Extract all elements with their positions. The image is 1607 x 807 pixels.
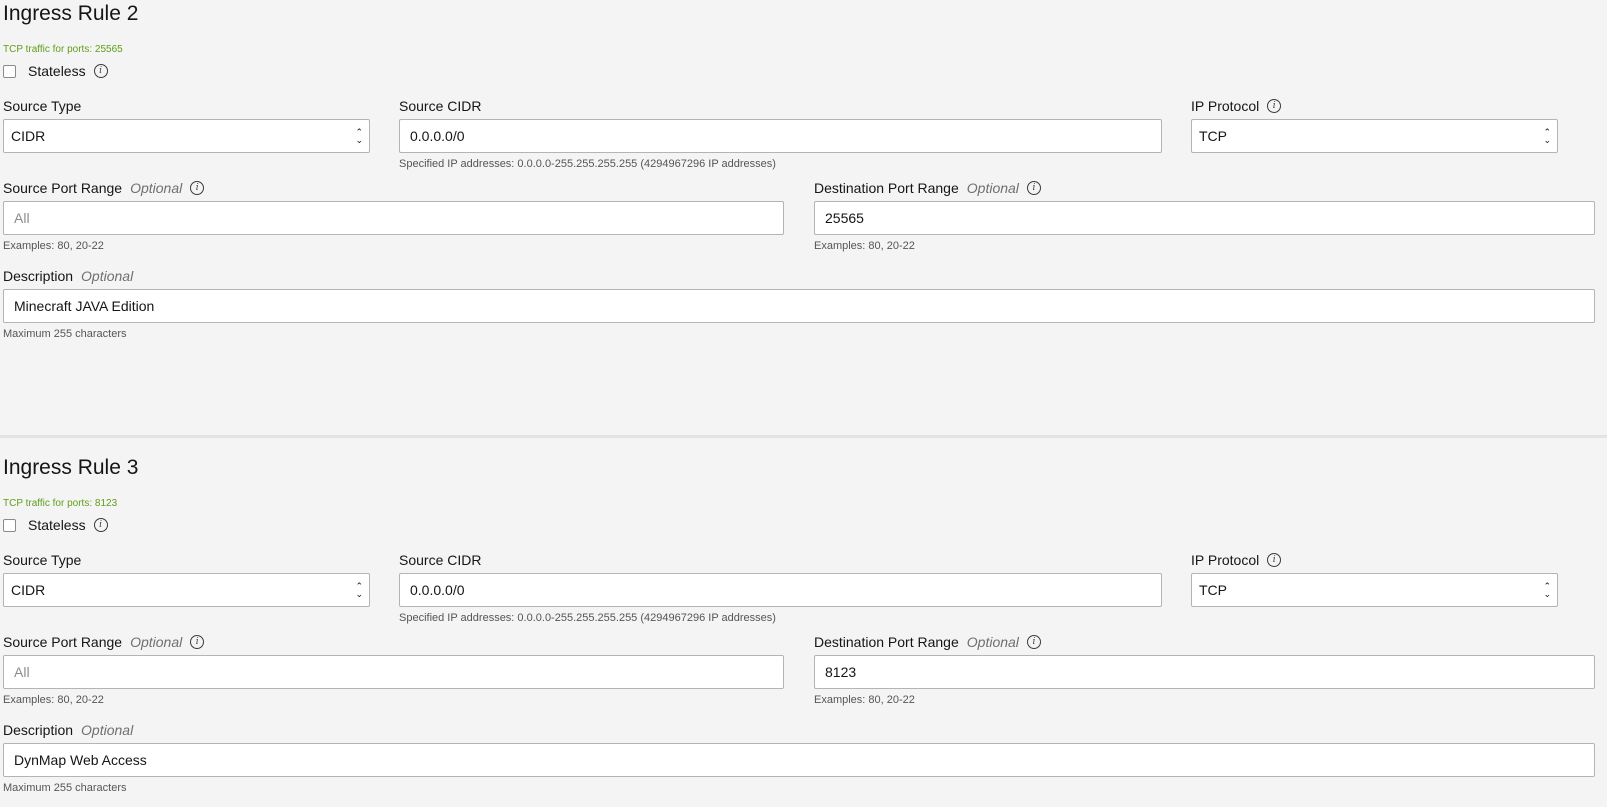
info-icon[interactable]: i <box>1267 99 1282 113</box>
dest-port-helper: Examples: 80, 20-22 <box>814 240 915 252</box>
description-field: Description Optional DynMap Web Access M… <box>3 720 1595 796</box>
source-port-label-row: Source Port Range Optional i <box>3 632 784 652</box>
source-cidr-helper: Specified IP addresses: 0.0.0.0-255.255.… <box>399 612 776 624</box>
description-label-row: Description Optional <box>3 266 1595 286</box>
dest-port-label: Destination Port Range <box>814 180 959 196</box>
stateless-row: Stateless i <box>3 60 1595 82</box>
info-icon[interactable]: i <box>1026 181 1041 195</box>
source-cidr-field: Source CIDR 0.0.0.0/0 Specified IP addre… <box>399 550 1162 626</box>
description-field: Description Optional Minecraft JAVA Edit… <box>3 266 1595 342</box>
stateless-checkbox[interactable] <box>3 518 16 532</box>
source-port-label-row: Source Port Range Optional i <box>3 178 784 198</box>
description-helper: Maximum 255 characters <box>3 782 127 794</box>
ip-protocol-value: TCP <box>1199 582 1227 598</box>
source-cidr-label: Source CIDR <box>399 98 482 114</box>
source-type-value: CIDR <box>11 128 46 144</box>
ingress-rule-3: Ingress Rule 3 TCP traffic for ports: 81… <box>0 435 1607 807</box>
optional-tag: Optional <box>81 268 134 284</box>
description-helper: Maximum 255 characters <box>3 328 127 340</box>
source-type-label: Source Type <box>3 98 82 114</box>
source-type-field: Source Type CIDR ⌃ ⌄ <box>3 550 370 626</box>
ip-protocol-field: IP Protocol i TCP ⌃ ⌄ <box>1191 96 1558 172</box>
description-label: Description <box>3 268 74 284</box>
source-port-field: Source Port Range Optional i All Example… <box>3 178 784 254</box>
dest-port-label-row: Destination Port Range Optional i <box>814 632 1595 652</box>
ip-protocol-label: IP Protocol <box>1191 552 1260 568</box>
ip-protocol-select[interactable]: TCP ⌃ ⌄ <box>1191 573 1558 607</box>
optional-tag: Optional <box>130 180 183 196</box>
source-type-label: Source Type <box>3 552 82 568</box>
source-type-select[interactable]: CIDR ⌃ ⌄ <box>3 573 370 607</box>
info-icon[interactable]: i <box>93 518 108 532</box>
ingress-rule-2: Ingress Rule 2 TCP traffic for ports: 25… <box>0 0 1607 435</box>
dest-port-field: Destination Port Range Optional i 8123 E… <box>814 632 1595 708</box>
ip-protocol-label-row: IP Protocol i <box>1191 96 1558 116</box>
info-icon[interactable]: i <box>1026 635 1041 649</box>
dest-port-helper: Examples: 80, 20-22 <box>814 694 915 706</box>
source-port-helper: Examples: 80, 20-22 <box>3 240 104 252</box>
info-icon[interactable]: i <box>93 64 108 78</box>
source-cidr-label: Source CIDR <box>399 552 482 568</box>
stateless-row: Stateless i <box>3 514 1595 536</box>
chevron-up-down-icon: ⌃ ⌄ <box>355 127 363 145</box>
rule-summary: TCP traffic for ports: 25565 <box>3 44 123 55</box>
source-port-field: Source Port Range Optional i All Example… <box>3 632 784 708</box>
source-cidr-input[interactable]: 0.0.0.0/0 <box>399 119 1162 153</box>
ip-protocol-label: IP Protocol <box>1191 98 1260 114</box>
source-port-input[interactable]: All <box>3 655 784 689</box>
source-port-helper: Examples: 80, 20-22 <box>3 694 104 706</box>
dest-port-input[interactable]: 8123 <box>814 655 1595 689</box>
rule-title: Ingress Rule 3 <box>3 456 139 479</box>
stateless-label: Stateless <box>28 517 86 533</box>
ip-protocol-select[interactable]: TCP ⌃ ⌄ <box>1191 119 1558 153</box>
chevron-up-down-icon: ⌃ ⌄ <box>355 581 363 599</box>
dest-port-label-row: Destination Port Range Optional i <box>814 178 1595 198</box>
source-type-field: Source Type CIDR ⌃ ⌄ <box>3 96 370 172</box>
optional-tag: Optional <box>966 634 1019 650</box>
rule-summary: TCP traffic for ports: 8123 <box>3 498 118 509</box>
chevron-up-down-icon: ⌃ ⌄ <box>1543 127 1551 145</box>
chevron-up-down-icon: ⌃ ⌄ <box>1543 581 1551 599</box>
stateless-label: Stateless <box>28 63 86 79</box>
source-type-select[interactable]: CIDR ⌃ ⌄ <box>3 119 370 153</box>
info-icon[interactable]: i <box>190 635 205 649</box>
dest-port-field: Destination Port Range Optional i 25565 … <box>814 178 1595 254</box>
optional-tag: Optional <box>966 180 1019 196</box>
dest-port-label: Destination Port Range <box>814 634 959 650</box>
rule-title: Ingress Rule 2 <box>3 2 139 25</box>
source-port-input[interactable]: All <box>3 201 784 235</box>
info-icon[interactable]: i <box>190 181 205 195</box>
source-cidr-field: Source CIDR 0.0.0.0/0 Specified IP addre… <box>399 96 1162 172</box>
ip-protocol-field: IP Protocol i TCP ⌃ ⌄ <box>1191 550 1558 626</box>
source-port-label: Source Port Range <box>3 634 123 650</box>
optional-tag: Optional <box>130 634 183 650</box>
source-type-value: CIDR <box>11 582 46 598</box>
description-input[interactable]: DynMap Web Access <box>3 743 1595 777</box>
info-icon[interactable]: i <box>1267 553 1282 567</box>
description-input[interactable]: Minecraft JAVA Edition <box>3 289 1595 323</box>
ip-protocol-value: TCP <box>1199 128 1227 144</box>
stateless-checkbox[interactable] <box>3 64 16 78</box>
source-cidr-helper: Specified IP addresses: 0.0.0.0-255.255.… <box>399 158 776 170</box>
description-label-row: Description Optional <box>3 720 1595 740</box>
description-label: Description <box>3 722 74 738</box>
optional-tag: Optional <box>81 722 134 738</box>
source-cidr-input[interactable]: 0.0.0.0/0 <box>399 573 1162 607</box>
ip-protocol-label-row: IP Protocol i <box>1191 550 1558 570</box>
source-port-label: Source Port Range <box>3 180 123 196</box>
dest-port-input[interactable]: 25565 <box>814 201 1595 235</box>
